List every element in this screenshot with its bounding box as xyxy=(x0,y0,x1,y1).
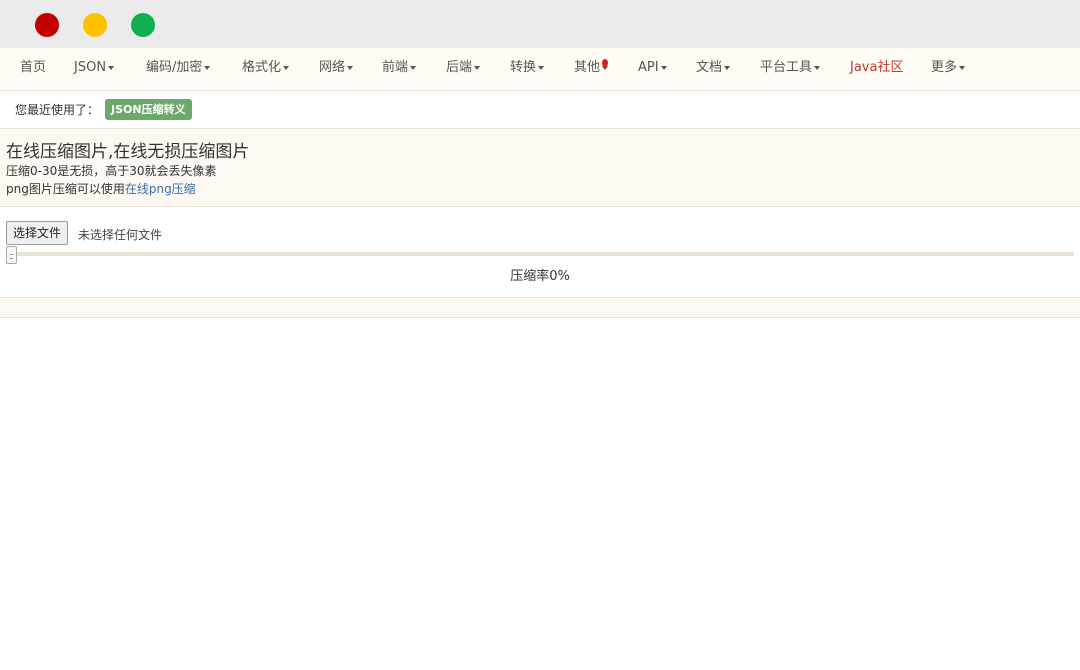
intro-description: 压缩0-30是无损，高于30就会丢失像素 xyxy=(6,164,217,178)
nav-item-label: 转换 xyxy=(510,60,537,75)
nav-item-label: 首页 xyxy=(20,60,47,75)
png-hint-text: png图片压缩可以使用 xyxy=(6,182,125,196)
result-area xyxy=(0,297,1080,318)
nav-item-network[interactable]: 网络 xyxy=(319,48,354,90)
nav-item-other[interactable]: 其他 xyxy=(574,48,609,90)
nav-item-frontend[interactable]: 前端 xyxy=(382,48,417,90)
nav-item-java-community[interactable]: Java社区 xyxy=(850,48,903,90)
choose-file-button[interactable]: 选择文件 xyxy=(6,221,69,245)
nav-item-label: 编码/加密 xyxy=(146,60,203,75)
caret-down-icon xyxy=(660,65,667,70)
intro-png-hint: png图片压缩可以使用在线png压缩 xyxy=(6,180,196,197)
compression-slider-handle[interactable] xyxy=(6,246,17,264)
minimize-window-button[interactable] xyxy=(83,13,107,37)
file-status-text: 未选择任何文件 xyxy=(78,228,163,242)
maximize-window-button[interactable] xyxy=(131,13,155,37)
nav-item-encode[interactable]: 编码/加密 xyxy=(146,48,211,90)
nav-item-label: 其他 xyxy=(574,60,601,75)
caret-down-icon xyxy=(108,65,115,70)
caret-down-icon xyxy=(814,65,821,70)
nav-item-convert[interactable]: 转换 xyxy=(510,48,545,90)
intro-panel: 在线压缩图片,在线无损压缩图片 压缩0-30是无损，高于30就会丢失像素 png… xyxy=(0,129,1080,207)
nav-item-label: 更多 xyxy=(931,60,958,75)
nav-item-label: 格式化 xyxy=(242,60,282,75)
caret-down-icon xyxy=(204,65,211,70)
nav-item-json[interactable]: JSON xyxy=(74,48,115,90)
nav-item-backend[interactable]: 后端 xyxy=(446,48,481,90)
nav-item-more[interactable]: 更多 xyxy=(931,48,966,90)
compression-ratio-label: 压缩率0% xyxy=(510,269,570,284)
nav-item-format[interactable]: 格式化 xyxy=(242,48,290,90)
caret-down-icon xyxy=(538,65,545,70)
top-navbar: 首页 JSON 编码/加密 格式化 网络 前端 后端 转换 其他 API 文档 … xyxy=(0,48,1080,91)
caret-down-icon xyxy=(283,65,290,70)
nav-item-home[interactable]: 首页 xyxy=(20,48,46,90)
nav-item-label: Java社区 xyxy=(850,60,904,75)
compression-slider-track[interactable] xyxy=(8,252,1074,256)
caret-down-icon xyxy=(474,65,481,70)
nav-item-label: 后端 xyxy=(446,60,473,75)
caret-down-icon xyxy=(347,65,354,70)
balloon-icon xyxy=(602,59,608,67)
window-titlebar xyxy=(0,0,1080,48)
caret-down-icon xyxy=(410,65,417,70)
recent-label: 您最近使用了： xyxy=(15,103,100,117)
nav-item-label: JSON xyxy=(74,60,107,75)
caret-down-icon xyxy=(724,65,731,70)
nav-item-platform-tools[interactable]: 平台工具 xyxy=(760,48,821,90)
close-window-button[interactable] xyxy=(35,13,59,37)
caret-down-icon xyxy=(959,65,966,70)
recent-tools-bar: 您最近使用了： JSON压缩转义 xyxy=(0,91,1080,129)
recent-tool-badge[interactable]: JSON压缩转义 xyxy=(105,99,192,120)
nav-item-label: 文档 xyxy=(696,60,723,75)
nav-item-api[interactable]: API xyxy=(638,48,667,90)
nav-item-label: 平台工具 xyxy=(760,60,813,75)
png-compress-link[interactable]: 在线png压缩 xyxy=(125,182,196,196)
nav-item-label: 网络 xyxy=(319,60,346,75)
page-title: 在线压缩图片,在线无损压缩图片 xyxy=(6,142,250,162)
nav-item-label: API xyxy=(638,60,659,75)
nav-item-docs[interactable]: 文档 xyxy=(696,48,731,90)
nav-item-label: 前端 xyxy=(382,60,409,75)
